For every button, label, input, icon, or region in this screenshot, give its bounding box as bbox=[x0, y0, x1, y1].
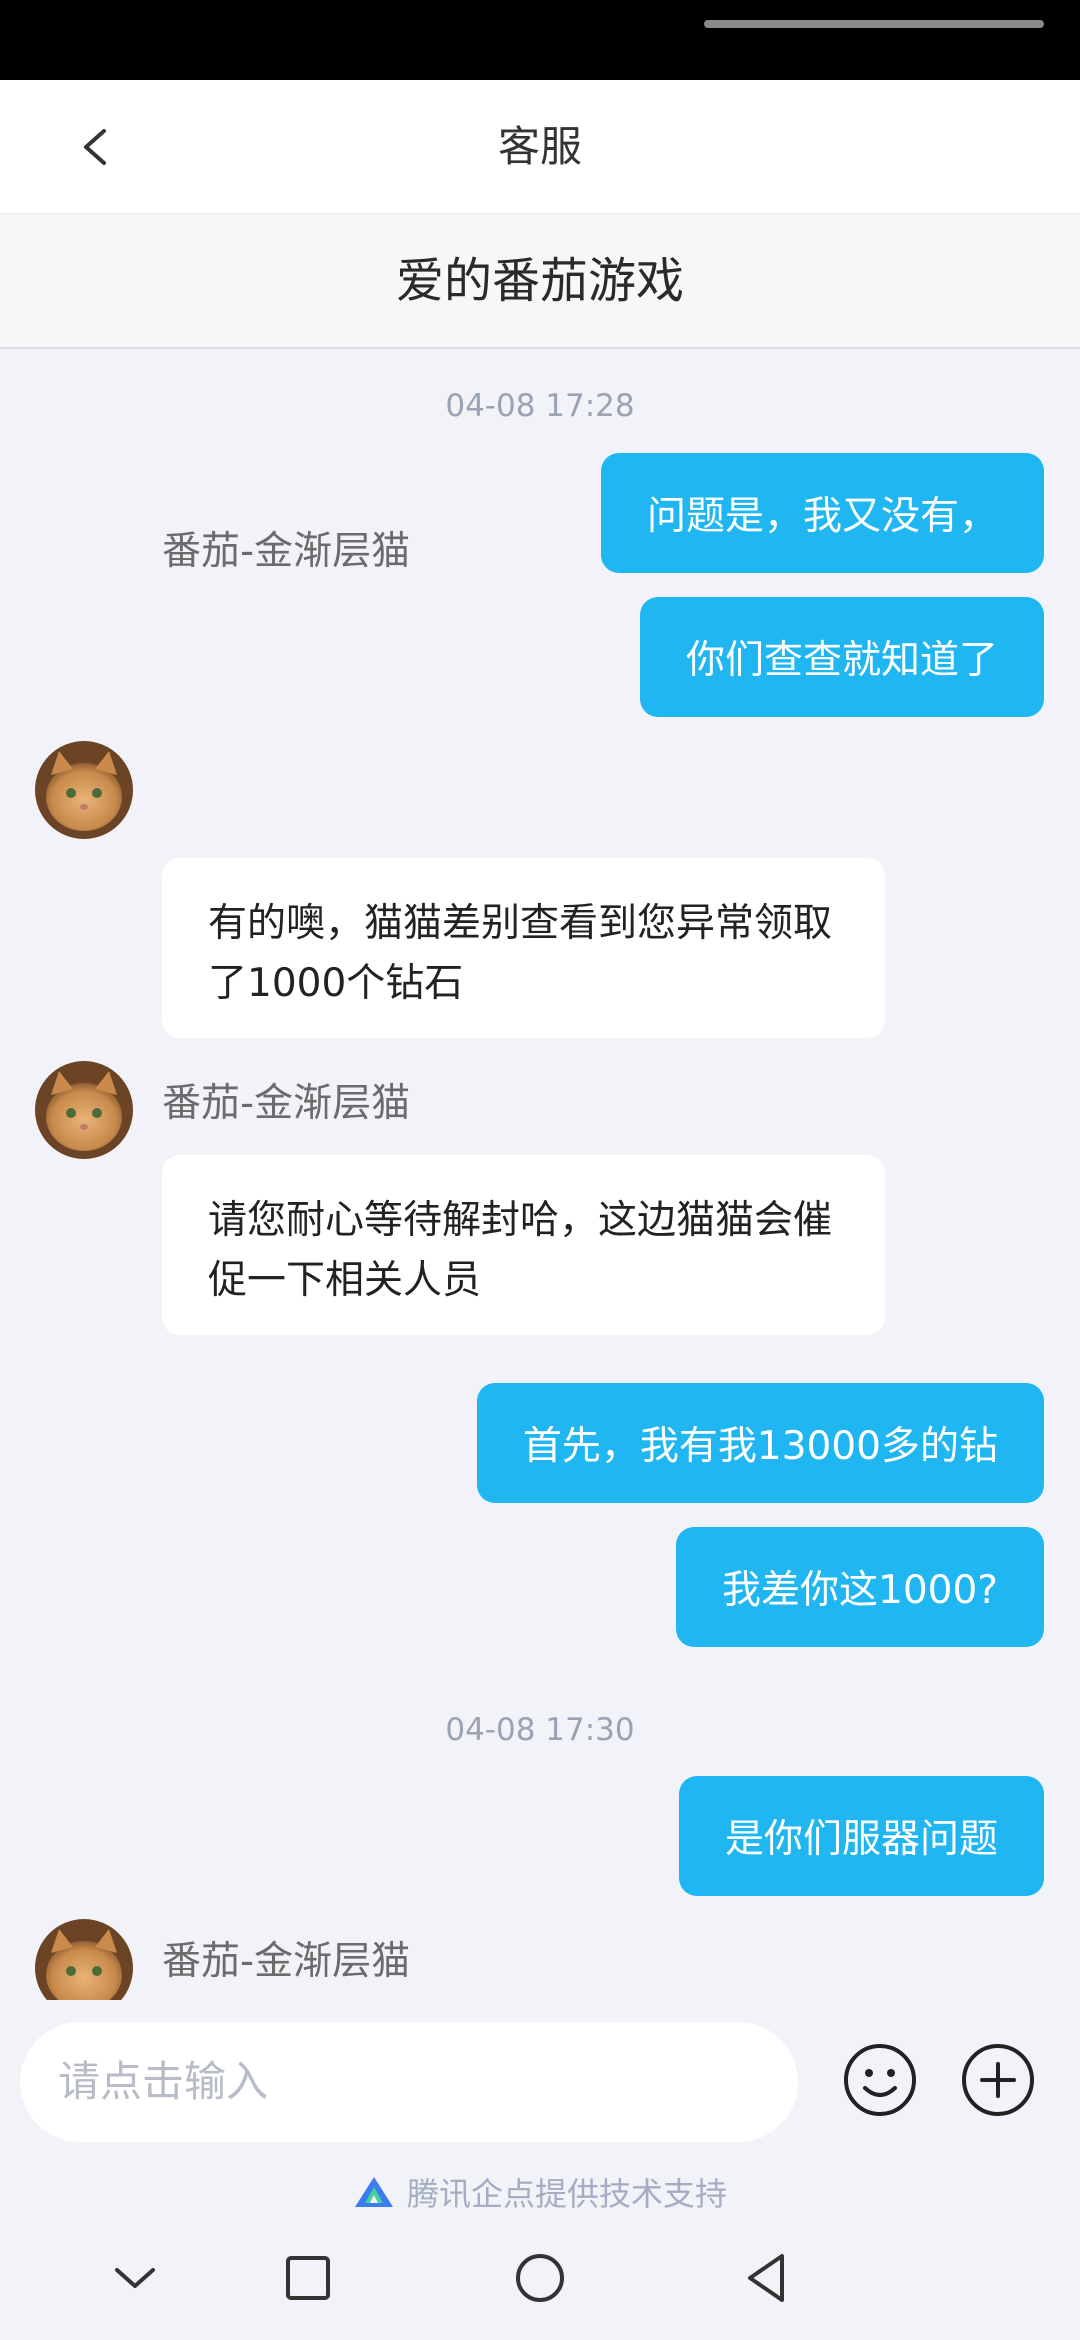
composer: 请点击输入 bbox=[0, 2000, 1080, 2190]
chevron-down-icon bbox=[115, 2268, 155, 2288]
incoming-message-text: 有的噢，猫猫差别查看到您异常领取了1000个钻石 bbox=[208, 901, 833, 1006]
outgoing-message[interactable]: 首先，我有我13000多的钻 bbox=[476, 1383, 1044, 1503]
circle-icon bbox=[516, 2254, 564, 2302]
sender-name-2: 番茄-金渐层猫 bbox=[162, 1081, 411, 1126]
nav-back-button[interactable] bbox=[738, 2248, 798, 2308]
cat-avatar-icon bbox=[35, 741, 133, 839]
timestamp: 04-08 17:28 bbox=[445, 388, 635, 424]
plus-circle-icon bbox=[962, 2044, 1034, 2116]
message-input[interactable]: 请点击输入 bbox=[20, 2022, 798, 2142]
header: 客服 bbox=[0, 80, 1080, 214]
incoming-message-text: 请您耐心等待解封哈，这边猫猫会催促一下相关人员 bbox=[208, 1198, 833, 1303]
add-button[interactable] bbox=[958, 2040, 1038, 2120]
outgoing-message[interactable]: 是你们服器问题 bbox=[678, 1776, 1044, 1896]
powered-by-text: 腾讯企点提供技术支持 bbox=[406, 2175, 727, 2213]
outgoing-message[interactable]: 我差你这1000? bbox=[676, 1527, 1044, 1647]
chat-area[interactable]: 04-08 17:28 问题是，我又没有， 你们查查就知道了 番茄-金渐层猫 有… bbox=[0, 350, 1080, 2000]
cat-avatar-icon bbox=[35, 1919, 133, 2000]
avatar[interactable] bbox=[35, 1061, 133, 1159]
page-title: 客服 bbox=[497, 122, 582, 171]
nav-home-button[interactable] bbox=[510, 2248, 570, 2308]
nav-recents-button[interactable] bbox=[278, 2248, 338, 2308]
avatar[interactable] bbox=[35, 1919, 133, 2000]
outgoing-message[interactable]: 你们查查就知道了 bbox=[639, 597, 1044, 717]
timestamp: 04-08 17:30 bbox=[445, 1712, 635, 1748]
status-handle bbox=[704, 20, 1044, 28]
cat-avatar-icon bbox=[35, 1061, 133, 1159]
qidian-logo-icon bbox=[354, 2177, 393, 2207]
sender-name-3: 番茄-金渐层猫 bbox=[162, 1939, 411, 1984]
incoming-message[interactable]: 有的噢，猫猫差别查看到您异常领取了1000个钻石 bbox=[162, 858, 885, 1038]
navigation-bar bbox=[0, 2218, 1080, 2340]
avatar[interactable] bbox=[35, 741, 133, 839]
nav-collapse-button[interactable] bbox=[105, 2248, 165, 2308]
conversation-title: 爱的番茄游戏 bbox=[0, 214, 1080, 349]
square-icon bbox=[286, 2256, 330, 2300]
outgoing-message[interactable]: 问题是，我又没有， bbox=[600, 453, 1044, 573]
status-bar bbox=[0, 0, 1080, 80]
smiley-icon bbox=[844, 2044, 916, 2116]
emoji-button[interactable] bbox=[840, 2040, 920, 2120]
sender-name-1: 番茄-金渐层猫 bbox=[162, 529, 411, 574]
incoming-message[interactable]: 请您耐心等待解封哈，这边猫猫会催促一下相关人员 bbox=[162, 1155, 885, 1335]
powered-by: 腾讯企点提供技术支持 bbox=[0, 2166, 1080, 2218]
triangle-back-icon bbox=[748, 2254, 784, 2302]
